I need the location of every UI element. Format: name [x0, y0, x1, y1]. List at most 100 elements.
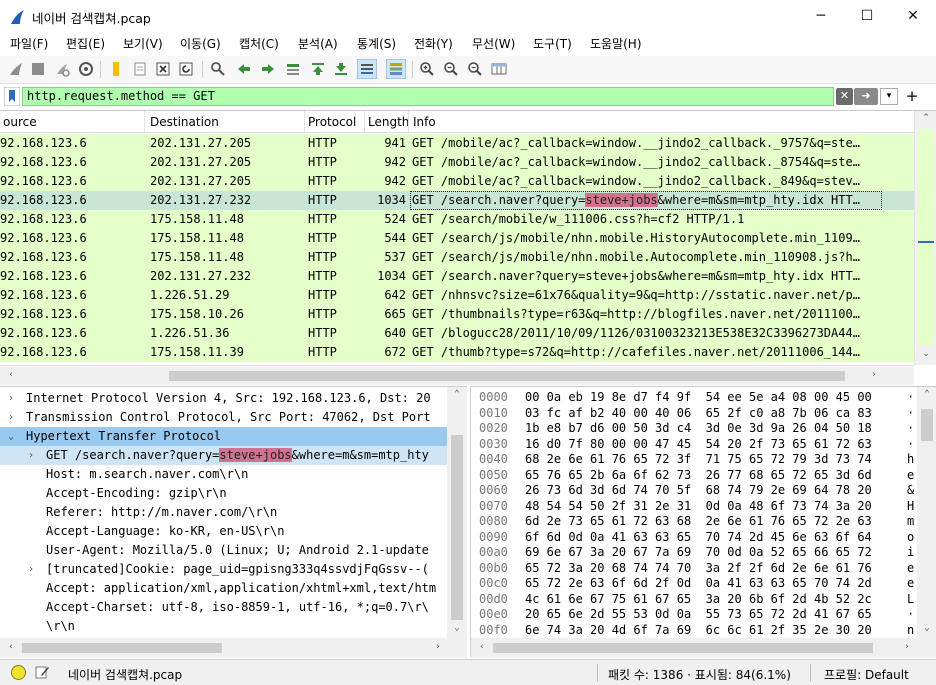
expand-arrow-icon[interactable]: ›: [28, 446, 34, 465]
go-first-icon[interactable]: [310, 61, 326, 77]
hex-row[interactable]: 0000 00 0a eb 19 8e d7 f4 9f 54 ee 5e a4 …: [471, 389, 917, 405]
zoom-normal-icon[interactable]: [467, 61, 483, 77]
detail-tree-item[interactable]: ⌄ Hypertext Transfer Protocol: [0, 427, 447, 446]
scroll-right-arrow-icon[interactable]: ›: [430, 642, 446, 652]
go-to-packet-icon[interactable]: [285, 61, 301, 77]
hex-row[interactable]: 00a0 69 6e 67 3a 20 67 7a 69 70 0d 0a 52 …: [471, 544, 917, 560]
hex-row[interactable]: 00d0 4c 61 6e 67 75 61 67 65 3a 20 6b 6f …: [471, 591, 917, 607]
minimize-button[interactable]: ─: [798, 0, 844, 32]
horizontal-scroll-thumb[interactable]: [169, 371, 845, 381]
menu-analyze[interactable]: 분석(A): [298, 35, 338, 52]
scroll-up-arrow-icon[interactable]: ⌃: [919, 389, 935, 399]
status-profile[interactable]: 프로필: Default: [824, 666, 909, 683]
packet-row[interactable]: 92.168.123.6 202.131.27.205 HTTP 942 GET /mo…: [0, 153, 914, 172]
packet-row[interactable]: 92.168.123.6 175.158.11.48 HTTP 537 GET /sea…: [0, 248, 914, 267]
hex-row[interactable]: 0050 65 76 65 2b 6a 6f 62 73 26 77 68 65 …: [471, 467, 917, 483]
stop-capture-icon[interactable]: [30, 61, 46, 77]
menu-view[interactable]: 보기(V): [123, 35, 163, 52]
collapse-arrow-icon[interactable]: ⌄: [8, 427, 14, 446]
packet-row[interactable]: 92.168.123.6 175.158.11.39 HTTP 672 GET /thu…: [0, 343, 914, 362]
maximize-button[interactable]: ☐: [844, 0, 890, 32]
find-packet-icon[interactable]: [210, 61, 226, 77]
scroll-left-arrow-icon[interactable]: ‹: [3, 642, 19, 652]
bookmark-icon[interactable]: [4, 87, 20, 106]
column-protocol[interactable]: Protocol: [305, 111, 365, 133]
menu-file[interactable]: 파일(F): [10, 35, 48, 52]
scroll-down-arrow-icon[interactable]: ⌄: [449, 623, 465, 633]
open-file-icon[interactable]: [108, 61, 124, 77]
menu-edit[interactable]: 편집(E): [66, 35, 105, 52]
hex-row[interactable]: 0080 6d 2e 73 65 61 72 63 68 2e 6e 61 76 …: [471, 513, 917, 529]
packet-list-vertical-scrollbar[interactable]: ⌃ ⌄: [914, 111, 936, 365]
scroll-left-arrow-icon[interactable]: ‹: [474, 642, 490, 652]
packet-minimap[interactable]: [918, 129, 934, 345]
details-horizontal-scrollbar[interactable]: ‹ ›: [0, 638, 467, 658]
expand-arrow-icon[interactable]: ›: [28, 560, 34, 579]
hex-row[interactable]: 0090 6f 6d 0d 0a 41 63 63 65 70 74 2d 45 …: [471, 529, 917, 545]
packet-row[interactable]: 92.168.123.6 202.131.27.205 HTTP 942 GET /mo…: [0, 172, 914, 191]
detail-tree-item[interactable]: User-Agent: Mozilla/5.0 (Linux; U; Andro…: [0, 541, 447, 560]
column-destination[interactable]: Destination: [147, 111, 305, 133]
detail-tree-item[interactable]: \r\n: [0, 617, 447, 636]
start-capture-icon[interactable]: [8, 61, 24, 77]
bytes-horizontal-scrollbar[interactable]: ‹ ›: [471, 638, 936, 658]
details-vertical-scrollbar[interactable]: ⌃ ⌄: [447, 387, 467, 638]
go-back-icon[interactable]: [236, 61, 252, 77]
packet-list-horizontal-scrollbar[interactable]: ‹ ›: [0, 365, 914, 385]
column-info[interactable]: Info: [410, 111, 914, 133]
go-forward-icon[interactable]: [260, 61, 276, 77]
clear-filter-button[interactable]: ✕: [836, 88, 853, 105]
bytes-hscroll-thumb[interactable]: [493, 643, 873, 653]
scroll-up-arrow-icon[interactable]: ⌃: [918, 113, 934, 123]
autoscroll-icon[interactable]: [357, 59, 377, 79]
close-button[interactable]: ✕: [890, 0, 936, 32]
close-file-icon[interactable]: [155, 61, 171, 77]
hex-row[interactable]: 0040 68 2e 6e 61 76 65 72 3f 71 75 65 72 …: [471, 451, 917, 467]
column-length[interactable]: Length: [365, 111, 409, 133]
detail-tree-item[interactable]: › [truncated]Cookie: page_uid=gpisng333q4…: [0, 560, 447, 579]
details-scroll-thumb[interactable]: [451, 435, 463, 620]
capture-comment-icon[interactable]: [34, 664, 50, 680]
hex-row[interactable]: 0010 03 fc af b2 40 00 40 06 65 2f c0 a8 …: [471, 405, 917, 421]
hex-row[interactable]: 0060 26 73 6d 3d 6d 74 70 5f 68 74 79 2e …: [471, 482, 917, 498]
detail-tree-item[interactable]: › GET /search.naver?query=steve+jobs&wher…: [0, 446, 447, 465]
detail-tree-item[interactable]: Referer: http://m.naver.com/\r\n: [0, 503, 447, 522]
zoom-out-icon[interactable]: [443, 61, 459, 77]
menu-capture[interactable]: 캡처(C): [239, 35, 279, 52]
detail-tree-item[interactable]: Accept-Encoding: gzip\r\n: [0, 484, 447, 503]
menu-wireless[interactable]: 무선(W): [472, 35, 515, 52]
packet-row[interactable]: 92.168.123.6 202.131.27.232 HTTP 1034 GET /s…: [0, 267, 914, 286]
hex-row[interactable]: 0020 1b e8 b7 d6 00 50 3d c4 3d 0e 3d 9a …: [471, 420, 917, 436]
packet-row[interactable]: 92.168.123.6 202.131.27.205 HTTP 941 GET /mo…: [0, 134, 914, 153]
column-source[interactable]: ource: [0, 111, 145, 133]
hex-row[interactable]: 0030 16 d0 7f 80 00 00 47 45 54 20 2f 73 …: [471, 436, 917, 452]
packet-row[interactable]: 92.168.123.6 175.158.11.48 HTTP 544 GET /sea…: [0, 229, 914, 248]
packet-row[interactable]: 92.168.123.6 1.226.51.29 HTTP 642 GET /nhnsv…: [0, 286, 914, 305]
go-last-icon[interactable]: [333, 61, 349, 77]
scroll-down-arrow-icon[interactable]: ⌄: [919, 623, 935, 633]
expert-info-led-icon[interactable]: [11, 665, 26, 680]
expand-arrow-icon[interactable]: ›: [8, 408, 14, 427]
scroll-right-arrow-icon[interactable]: ›: [899, 642, 915, 652]
display-filter-input[interactable]: http.request.method == GET: [22, 87, 834, 106]
detail-tree-item[interactable]: Accept: application/xml,application/xhtm…: [0, 579, 447, 598]
bytes-vertical-scrollbar[interactable]: ⌃ ⌄: [917, 387, 936, 638]
save-file-icon[interactable]: [132, 61, 148, 77]
detail-tree-item[interactable]: Accept-Charset: utf-8, iso-8859-1, utf-1…: [0, 598, 447, 617]
detail-tree-item[interactable]: › Transmission Control Protocol, Src Port…: [0, 408, 447, 427]
menu-telephony[interactable]: 전화(Y): [414, 35, 453, 52]
hex-row[interactable]: 00f0 6e 74 3a 20 4d 6f 7a 69 6c 6c 61 2f …: [471, 622, 917, 638]
detail-tree-item[interactable]: Accept-Language: ko-KR, en-US\r\n: [0, 522, 447, 541]
zoom-in-icon[interactable]: [419, 61, 435, 77]
restart-capture-icon[interactable]: [54, 61, 70, 77]
add-filter-button[interactable]: +: [904, 86, 920, 106]
resize-columns-icon[interactable]: [491, 61, 507, 77]
colorize-icon[interactable]: [386, 59, 406, 79]
filter-history-dropdown[interactable]: ▾: [880, 88, 898, 105]
menu-help[interactable]: 도움말(H): [590, 35, 642, 52]
packet-row[interactable]: 92.168.123.6 175.158.10.26 HTTP 665 GET /thu…: [0, 305, 914, 324]
packet-row[interactable]: 92.168.123.6 175.158.11.48 HTTP 524 GET /sea…: [0, 210, 914, 229]
detail-tree-item[interactable]: › Internet Protocol Version 4, Src: 192.1…: [0, 389, 447, 408]
reload-file-icon[interactable]: [178, 61, 194, 77]
expand-arrow-icon[interactable]: ›: [8, 389, 14, 408]
